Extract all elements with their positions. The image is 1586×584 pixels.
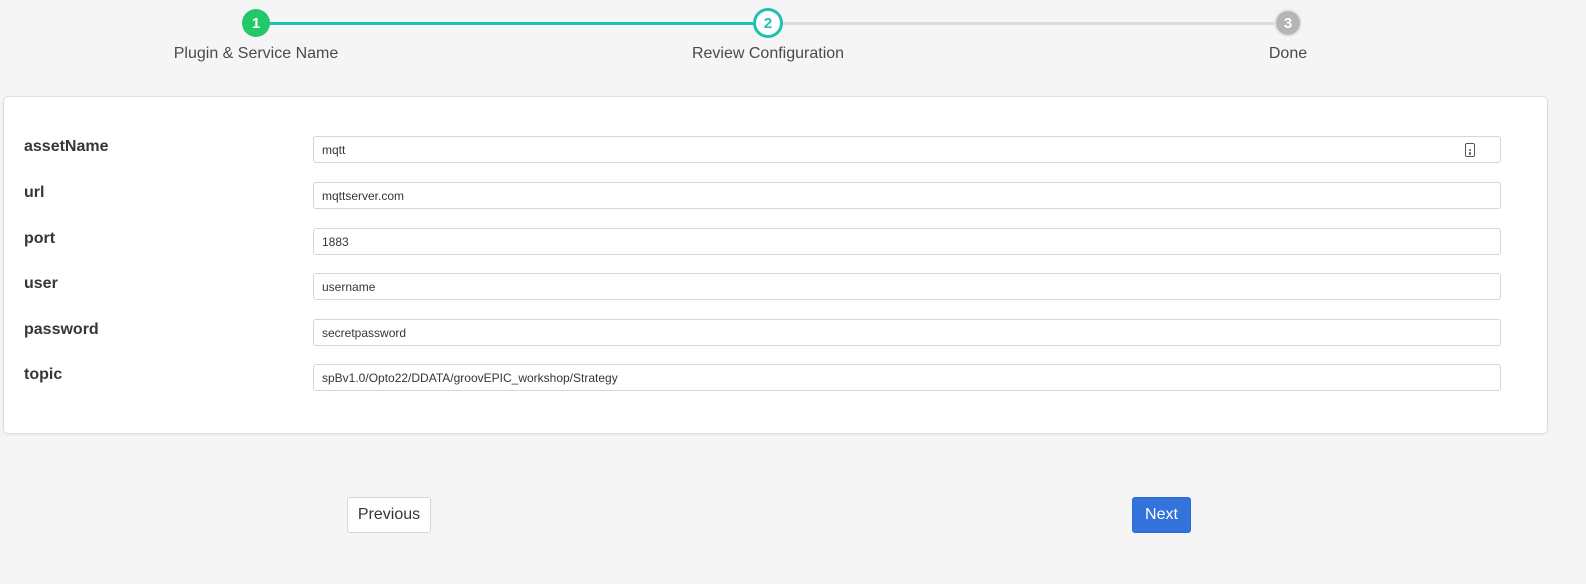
user-input[interactable]: username [313, 273, 1501, 300]
assetname-value: mqtt [322, 142, 346, 157]
config-row-url: url mqttserver.com [4, 182, 1547, 210]
step-3-indicator: 3 [1274, 9, 1302, 37]
user-value: username [322, 279, 376, 294]
config-row-user: user username [4, 273, 1547, 301]
step-1-indicator[interactable]: 1 [242, 9, 270, 37]
next-button[interactable]: Next [1132, 497, 1191, 533]
contact-card-icon[interactable] [1465, 143, 1475, 157]
url-value: mqttserver.com [322, 188, 405, 203]
topic-value: spBv1.0/Opto22/DDATA/groovEPIC_workshop/… [322, 370, 618, 385]
port-input[interactable]: 1883 [313, 228, 1501, 255]
stepper-progress-line-pending [767, 22, 1288, 25]
stepper-progress-line-completed [256, 22, 767, 25]
previous-button[interactable]: Previous [347, 497, 431, 533]
topic-input[interactable]: spBv1.0/Opto22/DDATA/groovEPIC_workshop/… [313, 364, 1501, 391]
config-row-assetname: assetName mqtt [4, 136, 1547, 164]
topic-label: topic [24, 366, 63, 383]
assetname-label: assetName [24, 138, 109, 155]
step-2-indicator[interactable]: 2 [753, 8, 783, 38]
password-input[interactable]: secretpassword [313, 319, 1501, 346]
user-label: user [24, 275, 58, 292]
url-input[interactable]: mqttserver.com [313, 182, 1501, 209]
config-row-password: password secretpassword [4, 319, 1547, 347]
wizard-stepper: 1 2 3 Plugin & Service Name Review Confi… [0, 0, 1586, 90]
add-south-service-wizard: 1 2 3 Plugin & Service Name Review Confi… [0, 0, 1586, 584]
port-value: 1883 [322, 234, 349, 249]
step-2-label: Review Configuration [691, 45, 845, 62]
config-row-topic: topic spBv1.0/Opto22/DDATA/groovEPIC_wor… [4, 364, 1547, 392]
port-label: port [24, 230, 56, 247]
password-value: secretpassword [322, 325, 407, 340]
assetname-input[interactable]: mqtt [313, 136, 1501, 163]
step-1-label: Plugin & Service Name [173, 45, 339, 62]
configuration-card: assetName mqtt url mqttserver.com port 1… [3, 96, 1548, 434]
password-label: password [24, 321, 99, 338]
config-row-port: port 1883 [4, 228, 1547, 256]
step-3-label: Done [1268, 45, 1308, 62]
url-label: url [24, 184, 45, 201]
